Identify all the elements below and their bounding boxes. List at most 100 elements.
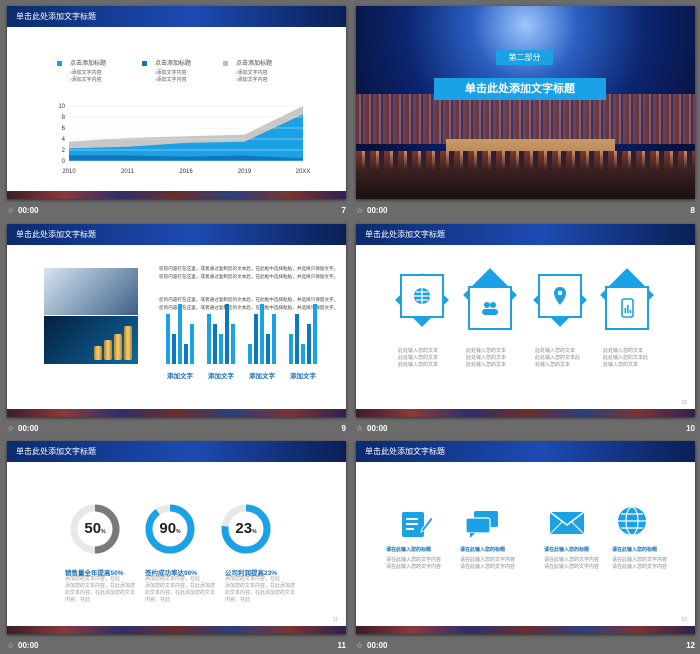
slide-title: 单击此处添加文字标题 [356, 224, 695, 245]
slide-number: 9 [341, 424, 346, 433]
x-tick-label: 20XX [296, 169, 311, 175]
slide-8: 第二部分 单击此处添加文字标题 [356, 6, 695, 199]
mobile-chart-icon [621, 298, 634, 318]
page-number: 12 [681, 617, 687, 623]
y-tick-label: 8 [62, 115, 66, 121]
area-chart: 10 8 6 4 2 0 2010 2011 2016 2019 20XX [58, 104, 311, 175]
duration: 00:00 [367, 206, 388, 215]
globe-icon [414, 288, 430, 304]
x-tick-label: 2010 [62, 169, 76, 175]
crowd-strip [7, 191, 346, 199]
bar [213, 324, 217, 364]
slide-title: 单击此处添加文字标题 [356, 441, 695, 462]
bar [207, 314, 211, 364]
page-number: 11 [332, 617, 338, 623]
slide-meta: ☆ 00:00 9 [7, 421, 346, 437]
crowd-strip [7, 409, 346, 417]
duration: 00:00 [18, 424, 39, 433]
item-text: 请在此输入您的文字内容 请在此输入您的文字内容 [386, 557, 442, 570]
slide-11: 单击此处添加文字标题 50% 90% 23% 销售量全年提高50% 签约成功率达… [7, 441, 346, 634]
slide-title: 单击此处添加文字标题 [7, 441, 346, 462]
x-tick-label: 2019 [238, 169, 252, 175]
ring-desc: 添加您的文本内容，在此 添加您的文本内容，在此添加您的文本内容，在此添加您的文本内… [65, 576, 136, 603]
bar-chart [166, 304, 317, 364]
location-icon [554, 287, 566, 305]
part-badge: 第二部分 [496, 50, 553, 65]
slide-meta: ☆ 00:00 7 [7, 203, 346, 219]
bar [266, 334, 270, 364]
item-heading: 请在此输入您的标题 [386, 547, 432, 553]
bar [231, 324, 235, 364]
bar [225, 304, 229, 364]
item-text: 请在此输入您的文字内容 请在此输入您的文字内容 [612, 557, 668, 570]
users-icon [482, 302, 498, 315]
bar [254, 314, 258, 364]
caption: 此处输入您的文本此处输入您的文本此处输入您的文本 [535, 348, 581, 368]
bar [313, 304, 317, 364]
y-tick-label: 6 [62, 126, 66, 132]
bar [248, 344, 252, 364]
x-tick-label: 2011 [121, 169, 135, 175]
bar [307, 324, 311, 364]
star-icon[interactable]: ☆ [356, 424, 363, 433]
fans-image [356, 151, 695, 199]
star-icon[interactable]: ☆ [7, 206, 14, 215]
item-heading: 请在此输入您的标题 [460, 547, 506, 553]
bar [172, 334, 176, 364]
y-tick-label: 0 [62, 159, 66, 165]
crowd-strip [356, 409, 695, 417]
crowd-strip [7, 626, 346, 634]
slide-10: 单击此处添加文字标题 此处输入您的文本 此处输入您的文本 此处输入您的文本 此处… [356, 224, 695, 417]
duration: 00:00 [18, 206, 39, 215]
section-title: 单击此处添加文字标题 [434, 78, 606, 100]
ring-value: 50% [84, 520, 106, 537]
duration: 00:00 [367, 424, 388, 433]
bar-group-label: 添加文字 [167, 373, 193, 380]
crowd-strip [356, 626, 695, 634]
x-tick-label: 2016 [179, 169, 193, 175]
bar [272, 314, 276, 364]
caption: 此处输入您的文本此处输入您的文本此处输入您的文本 [398, 348, 439, 368]
bar [295, 314, 299, 364]
bar-group-label: 添加文字 [208, 373, 234, 380]
mail-icon [549, 511, 585, 535]
star-icon[interactable]: ☆ [7, 424, 14, 433]
star-icon[interactable]: ☆ [356, 206, 363, 215]
slide-meta: ☆ 00:00 8 [356, 203, 695, 219]
bar [219, 334, 223, 364]
slide-9: 单击此处添加文字标题 您的内容打在这里，或者通过复制您的文本后，在此框中选择粘贴… [7, 224, 346, 417]
bar-group-label: 添加文字 [290, 373, 316, 380]
item-heading: 请在此输入您的标题 [612, 547, 658, 553]
icon-tile [538, 274, 582, 318]
progress-ring: 90% [144, 503, 196, 555]
ring-value: 90% [159, 520, 181, 537]
page-number: 10 [681, 400, 687, 406]
icon-tile [468, 286, 512, 330]
ring-desc: 添加您的文本内容，在此 添加您的文本内容，在此添加您的文本内容，在此添加您的文本内… [225, 576, 296, 603]
slide-meta: ☆ 00:00 12 [356, 638, 695, 654]
item-text: 请在此输入您的文字内容 请在此输入您的文字内容 [460, 557, 516, 570]
chat-icon [465, 511, 498, 538]
y-tick-label: 10 [58, 104, 65, 110]
item-heading: 请在此输入您的标题 [544, 547, 590, 553]
item-text: 请在此输入您的文字内容 请在此输入您的文字内容 [544, 557, 600, 570]
slide-number: 8 [690, 206, 695, 215]
progress-ring: 23% [220, 503, 272, 555]
caption: 此处输入您的文本此处输入您的文本此处输入您的文本 [603, 348, 649, 368]
bar [190, 324, 194, 364]
slide-number: 10 [686, 424, 695, 433]
bar [184, 344, 188, 364]
edit-note-icon [402, 512, 434, 537]
slide-meta: ☆ 00:00 10 [356, 421, 695, 437]
bar [301, 344, 305, 364]
bar [178, 304, 182, 364]
slide-meta: ☆ 00:00 11 [7, 638, 346, 654]
slide-7: 单击此处添加文字标题 点击添加标题 ›添加文字内容 ›添加文字内容 点击添加标题 … [7, 6, 346, 199]
bar-group-label: 添加文字 [249, 373, 275, 380]
icon-tile [605, 286, 649, 330]
slide-12: 单击此处添加文字标题 请在此输入您的标题 请在此输入您的标题 请在此输入您的标题… [356, 441, 695, 634]
bar [289, 334, 293, 364]
bar [166, 314, 170, 364]
slide-number: 7 [341, 206, 346, 215]
bar [260, 304, 264, 364]
